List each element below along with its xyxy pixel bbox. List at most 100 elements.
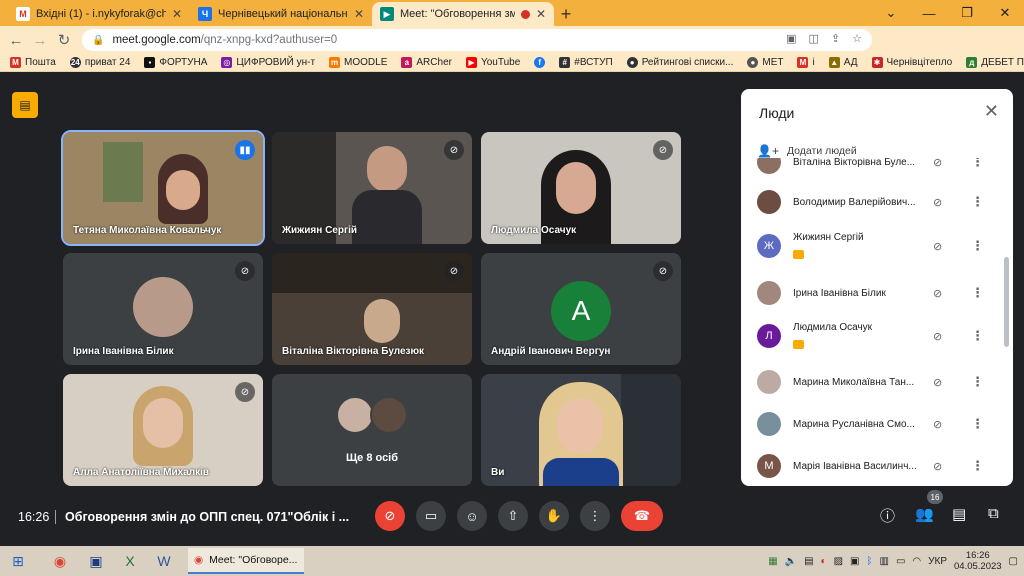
mic-off-icon[interactable]: ⊘ bbox=[933, 287, 942, 300]
bookmark-item[interactable]: a ARCher bbox=[401, 57, 452, 68]
bookmark-item[interactable]: ▶ YouTube bbox=[465, 57, 520, 68]
bookmark-item[interactable]: M Пошта bbox=[10, 57, 56, 68]
chrome-icon[interactable]: ◉ bbox=[46, 546, 74, 576]
close-window-icon[interactable]: ✕ bbox=[986, 0, 1024, 26]
list-item[interactable]: Марина Миколаївна Тан... ⊘ ⋮ bbox=[741, 360, 1003, 404]
bookmark-item[interactable]: ▪ ФОРТУНА bbox=[144, 57, 207, 68]
list-item[interactable]: Марина Русланівна Смо... ⊘ ⋮ bbox=[741, 402, 1003, 446]
wifi-icon[interactable]: ◠ bbox=[912, 556, 921, 567]
list-item[interactable]: Л Людмила Осачук ⊘ ⋮ bbox=[741, 314, 1003, 358]
participant-tile[interactable]: ▮▮ Тетяна Миколаївна Ковальчук bbox=[61, 130, 265, 246]
network-icon[interactable]: ▥ bbox=[880, 556, 889, 567]
mic-off-icon[interactable]: ⊘ bbox=[933, 240, 942, 253]
participant-tile[interactable]: А ⊘ Андрій Іванович Вергун bbox=[481, 253, 681, 365]
mic-off-icon[interactable]: ⊘ bbox=[933, 418, 942, 431]
star-icon[interactable]: ☆ bbox=[852, 32, 862, 45]
scrollbar[interactable] bbox=[1004, 257, 1009, 347]
bookmark-item[interactable]: ▲ АД bbox=[828, 57, 858, 68]
captions-off-icon[interactable]: ▤ bbox=[12, 92, 38, 118]
forward-icon[interactable]: → bbox=[28, 32, 52, 49]
participant-tile[interactable]: ⊘ Алла Анатоліївна Михалків bbox=[63, 374, 263, 486]
emoji-button[interactable]: ☺ bbox=[457, 501, 487, 531]
participant-tile-more[interactable]: Ще 8 осіб bbox=[272, 374, 472, 486]
tray-app-icon[interactable]: ▨ bbox=[834, 556, 843, 567]
minimize-icon[interactable]: — bbox=[910, 0, 948, 26]
volume-icon[interactable]: 🔈 bbox=[785, 556, 797, 567]
more-options-icon[interactable]: ⋮ bbox=[971, 285, 984, 301]
bookmark-item[interactable]: ✱ Чернівцітепло bbox=[871, 57, 952, 68]
back-icon[interactable]: ← bbox=[4, 32, 28, 49]
tab-meet[interactable]: ▶ Meet: "Обговорення змін д ✕ bbox=[372, 2, 554, 26]
more-options-icon[interactable]: ⋮ bbox=[971, 328, 984, 344]
camera-icon[interactable]: ▣ bbox=[786, 32, 796, 45]
tab-university[interactable]: Ч Чернівецький національний ун ✕ bbox=[190, 2, 372, 26]
mic-off-icon[interactable]: ⊘ bbox=[933, 196, 942, 209]
mic-blocked-icon[interactable]: ◫ bbox=[809, 32, 819, 45]
participant-tile[interactable]: ⊘ Жижиян Сергій bbox=[272, 132, 472, 244]
bookmark-item[interactable]: # #ВСТУП bbox=[559, 57, 613, 68]
save-icon[interactable]: ▣ bbox=[82, 546, 110, 576]
tray-app-icon[interactable]: ◐ bbox=[821, 556, 827, 567]
people-button[interactable]: 👥 bbox=[915, 505, 934, 523]
chat-button[interactable]: ▤ bbox=[952, 505, 966, 523]
new-tab-button[interactable]: + bbox=[554, 2, 578, 26]
close-tab-icon[interactable]: ✕ bbox=[172, 7, 182, 21]
clock[interactable]: 16:26 04.05.2023 bbox=[954, 550, 1002, 572]
battery-icon[interactable]: ▭ bbox=[896, 556, 905, 567]
mic-toggle-button[interactable]: ⊘ bbox=[375, 501, 405, 531]
more-options-button[interactable]: ⋮ bbox=[580, 501, 610, 531]
list-item[interactable]: М Марія Іванівна Василинч... ⊘ ⋮ bbox=[741, 444, 1003, 486]
camera-toggle-button[interactable]: ▭ bbox=[416, 501, 446, 531]
taskbar-app-meet[interactable]: ◉ Meet: "Обговоре... bbox=[188, 548, 304, 574]
more-options-icon[interactable]: ⋮ bbox=[971, 458, 984, 474]
windows-start-icon[interactable]: ⊞ bbox=[4, 546, 32, 576]
restore-icon[interactable]: ❐ bbox=[948, 0, 986, 26]
mic-off-icon[interactable]: ⊘ bbox=[933, 330, 942, 343]
participant-tile[interactable]: ⊘ Віталіна Вікторівна Булезюк bbox=[272, 253, 472, 365]
bookmark-item[interactable]: дДЕБЕТ Плюс bbox=[966, 57, 1024, 68]
list-item[interactable]: Ж Жижиян Сергій ⊘ ⋮ bbox=[741, 224, 1003, 268]
bookmark-item[interactable]: Mі bbox=[797, 57, 815, 68]
reload-icon[interactable]: ↻ bbox=[52, 31, 76, 49]
tray-app-icon[interactable]: ▣ bbox=[850, 556, 859, 567]
raise-hand-button[interactable]: ✋ bbox=[539, 501, 569, 531]
participant-tile-self[interactable]: Ви bbox=[481, 374, 681, 486]
close-icon[interactable]: ✕ bbox=[984, 101, 999, 122]
tray-app-icon[interactable]: ▦ bbox=[768, 556, 777, 567]
present-button[interactable]: ⇧ bbox=[498, 501, 528, 531]
bookmark-item[interactable]: ◎ ЦИФРОВИЙ ун-т bbox=[221, 57, 315, 68]
activities-button[interactable]: ⧉ bbox=[988, 505, 999, 522]
leave-call-button[interactable]: ☎ bbox=[621, 501, 663, 531]
mic-off-icon[interactable]: ⊘ bbox=[933, 158, 942, 169]
close-tab-icon[interactable]: ✕ bbox=[536, 7, 546, 21]
more-options-icon[interactable]: ⋮ bbox=[971, 416, 984, 432]
more-options-icon[interactable]: ⋮ bbox=[971, 194, 984, 210]
add-people-button[interactable]: 👤+ Додати людей bbox=[757, 144, 857, 158]
bookmark-item[interactable]: m MOODLE bbox=[329, 57, 387, 68]
notifications-icon[interactable]: ▢ bbox=[1009, 556, 1018, 567]
more-options-icon[interactable]: ⋮ bbox=[971, 238, 984, 254]
list-item[interactable]: Ірина Іванівна Білик ⊘ ⋮ bbox=[741, 271, 1003, 315]
bookmark-item[interactable]: ● МЕТ bbox=[747, 57, 783, 68]
more-options-icon[interactable]: ⋮ bbox=[971, 158, 984, 170]
excel-icon[interactable]: X bbox=[116, 546, 144, 576]
close-tab-icon[interactable]: ✕ bbox=[354, 7, 364, 21]
word-icon[interactable]: W bbox=[150, 546, 178, 576]
bookmark-item[interactable]: f bbox=[534, 57, 546, 68]
more-options-icon[interactable]: ⋮ bbox=[971, 374, 984, 390]
mic-off-icon[interactable]: ⊘ bbox=[933, 460, 942, 473]
chevron-down-icon[interactable]: ⌄ bbox=[872, 0, 910, 26]
mic-off-icon[interactable]: ⊘ bbox=[933, 376, 942, 389]
info-button[interactable]: ⓘ bbox=[880, 505, 895, 526]
bookmark-item[interactable]: 24 приват 24 bbox=[69, 57, 130, 68]
bluetooth-icon[interactable]: ᛒ bbox=[867, 556, 873, 567]
bookmark-item[interactable]: ● Рейтингові списки... bbox=[626, 57, 733, 68]
list-item[interactable]: Володимир Валерійович... ⊘ ⋮ bbox=[741, 180, 1003, 224]
share-icon[interactable]: ⇪ bbox=[831, 32, 840, 45]
participant-tile[interactable]: ⊘ Людмила Осачук bbox=[481, 132, 681, 244]
language-indicator[interactable]: УКР bbox=[928, 556, 947, 567]
tray-app-icon[interactable]: ▤ bbox=[804, 556, 813, 567]
tab-gmail[interactable]: M Вхідні (1) - i.nykyforak@chnu.edu ✕ bbox=[8, 2, 190, 26]
participant-tile[interactable]: ⊘ Ірина Іванівна Білик bbox=[63, 253, 263, 365]
url-input[interactable]: 🔒 meet.google.com /qnz-xnpg-kxd?authuser… bbox=[82, 29, 872, 51]
